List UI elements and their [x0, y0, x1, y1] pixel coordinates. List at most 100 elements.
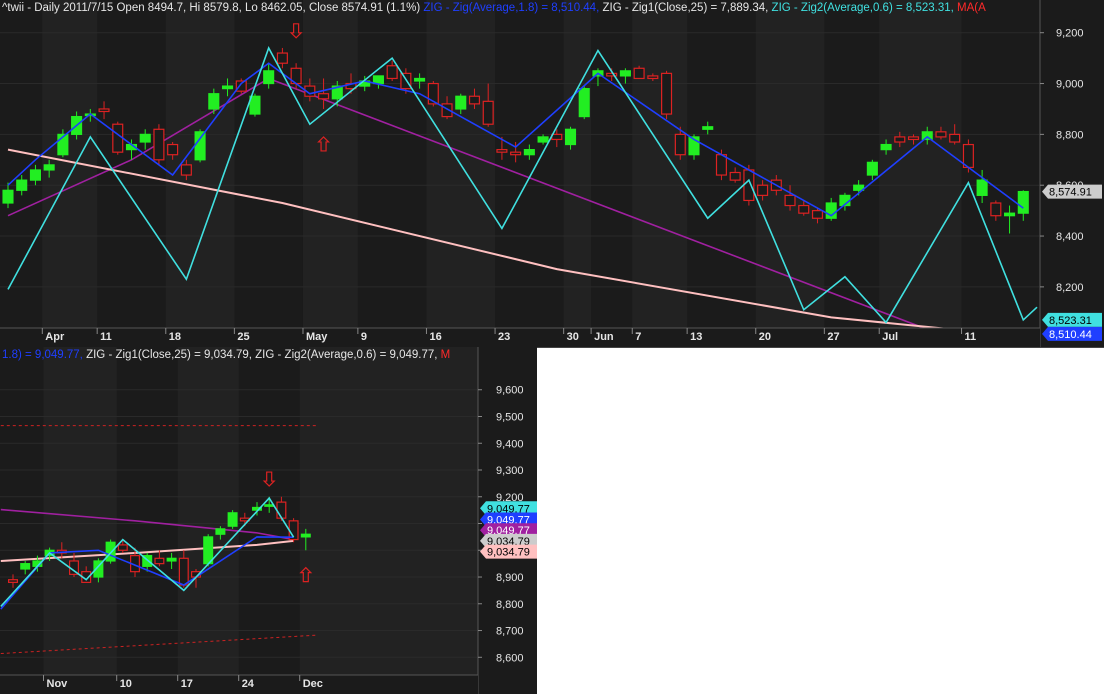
- week-band: [426, 0, 496, 347]
- x-tick-label: Nov: [47, 678, 69, 690]
- top-chart-pane[interactable]: 9,2009,0008,8008,6008,4008,2008,574.918,…: [0, 0, 1104, 348]
- top-header-part: ZIG - Zig2(Average,0.6) = 8,523.31,: [771, 2, 958, 14]
- candle-body: [29, 169, 41, 181]
- y-tick-label: 9,600: [496, 385, 524, 397]
- x-tick-label: 20: [759, 331, 771, 343]
- week-band: [755, 0, 825, 347]
- candle-body: [455, 95, 467, 110]
- week-band: [299, 347, 478, 694]
- candle-body: [976, 179, 988, 196]
- candle-body: [167, 143, 179, 156]
- candle-body: [139, 133, 151, 143]
- candle-body: [43, 164, 55, 171]
- candle-body: [227, 512, 238, 527]
- x-tick-label: 13: [690, 331, 702, 343]
- x-tick-label: 16: [429, 331, 441, 343]
- candle-body: [180, 164, 192, 176]
- value-tag-text: 8,523.31: [1049, 315, 1092, 327]
- candle-body: [414, 77, 426, 82]
- y-tick-label: 8,800: [1056, 129, 1084, 141]
- x-tick-label: 11: [965, 331, 977, 343]
- candle-body: [523, 149, 535, 156]
- y-tick-label: 8,700: [496, 626, 524, 638]
- candle-body: [496, 149, 508, 153]
- bottom-header-part: M: [440, 349, 451, 361]
- y-tick-label: 9,200: [1056, 28, 1084, 40]
- candle-body: [112, 123, 124, 153]
- candle-body: [318, 93, 330, 100]
- candle-body: [208, 93, 220, 110]
- top-chart-header: ^twii - Daily 2011/7/15 Open 8494.7, Hi …: [2, 2, 986, 14]
- candle-body: [537, 136, 549, 143]
- candle-body: [2, 189, 14, 204]
- candle-body: [880, 143, 892, 151]
- candle-body: [249, 95, 261, 115]
- candle-body: [154, 557, 165, 565]
- candle-body: [674, 133, 686, 156]
- candle-body: [647, 75, 659, 80]
- candle-body: [16, 179, 28, 191]
- bottom-chart-svg[interactable]: 9,6009,5009,4009,3009,2009,1009,0008,900…: [0, 347, 537, 694]
- x-tick-label: 11: [100, 331, 112, 343]
- candle-body: [166, 557, 177, 562]
- candle-body: [1017, 190, 1029, 214]
- candlestick[interactable]: [578, 86, 590, 120]
- candle-body: [921, 131, 933, 141]
- candle-body: [990, 202, 1002, 217]
- x-tick-label: 27: [827, 331, 839, 343]
- candle-body: [1004, 212, 1016, 217]
- candle-body: [117, 544, 128, 551]
- candle-body: [784, 194, 796, 207]
- x-tick-label: Dec: [303, 678, 323, 690]
- week-band: [879, 0, 962, 347]
- top-header-part: ZIG - Zig1(Close,25) = 7,889.34,: [602, 2, 772, 14]
- candlestick[interactable]: [288, 518, 299, 543]
- candle-body: [98, 108, 110, 113]
- candlestick[interactable]: [153, 124, 165, 165]
- candlestick[interactable]: [227, 510, 238, 529]
- candle-body: [20, 563, 31, 570]
- candle-body: [715, 154, 727, 176]
- x-tick-label: 24: [242, 678, 255, 690]
- y-tick-label: 8,400: [1056, 231, 1084, 243]
- top-header-part: MA(A: [957, 2, 986, 14]
- candle-body: [468, 95, 481, 105]
- bottom-header-part: 1.8) = 9,049.77,: [2, 349, 87, 361]
- y-tick-label: 8,800: [496, 599, 524, 611]
- top-chart-svg[interactable]: 9,2009,0008,8008,6008,4008,2008,574.918,…: [0, 0, 1104, 347]
- bottom-chart-pane[interactable]: 9,6009,5009,4009,3009,2009,1009,0008,900…: [0, 347, 537, 694]
- candle-body: [510, 151, 522, 156]
- candle-body: [619, 70, 631, 77]
- candle-body: [372, 75, 384, 85]
- value-tag-text: 8,510.44: [1049, 329, 1092, 341]
- week-band: [563, 0, 592, 347]
- x-tick-label: 7: [635, 331, 641, 343]
- candlestick[interactable]: [105, 539, 116, 564]
- y-tick-label: 9,000: [1056, 79, 1084, 91]
- top-header-part: ^twii - Daily 2011/7/15 Open 8494.7, Hi …: [2, 2, 424, 14]
- week-band: [302, 0, 358, 347]
- top-header-part: ZIG - Zig(Average,1.8) = 8,510.44,: [423, 2, 603, 14]
- candle-body: [702, 126, 714, 130]
- value-tag: 9,034.79: [480, 544, 537, 559]
- candle-body: [578, 88, 590, 118]
- x-tick-label: 10: [120, 678, 132, 690]
- candlestick[interactable]: [112, 121, 124, 155]
- y-tick-label: 9,300: [496, 465, 524, 477]
- candlestick[interactable]: [661, 70, 673, 120]
- x-tick-label: 18: [169, 331, 181, 343]
- y-tick-label: 9,400: [496, 438, 524, 450]
- bottom-chart-header: 1.8) = 9,049.77, ZIG - Zig1(Close,25) = …: [2, 349, 450, 361]
- candle-body: [215, 528, 226, 535]
- value-tag: 8,523.31: [1042, 312, 1102, 327]
- candle-body: [564, 128, 577, 146]
- candle-body: [811, 210, 824, 219]
- candle-body: [949, 133, 961, 143]
- candle-body: [300, 533, 311, 538]
- week-band: [43, 347, 117, 694]
- candle-body: [482, 100, 494, 125]
- candle-body: [264, 504, 275, 507]
- x-tick-label: Jun: [594, 331, 614, 343]
- x-tick-label: 23: [498, 331, 510, 343]
- candle-body: [894, 136, 906, 143]
